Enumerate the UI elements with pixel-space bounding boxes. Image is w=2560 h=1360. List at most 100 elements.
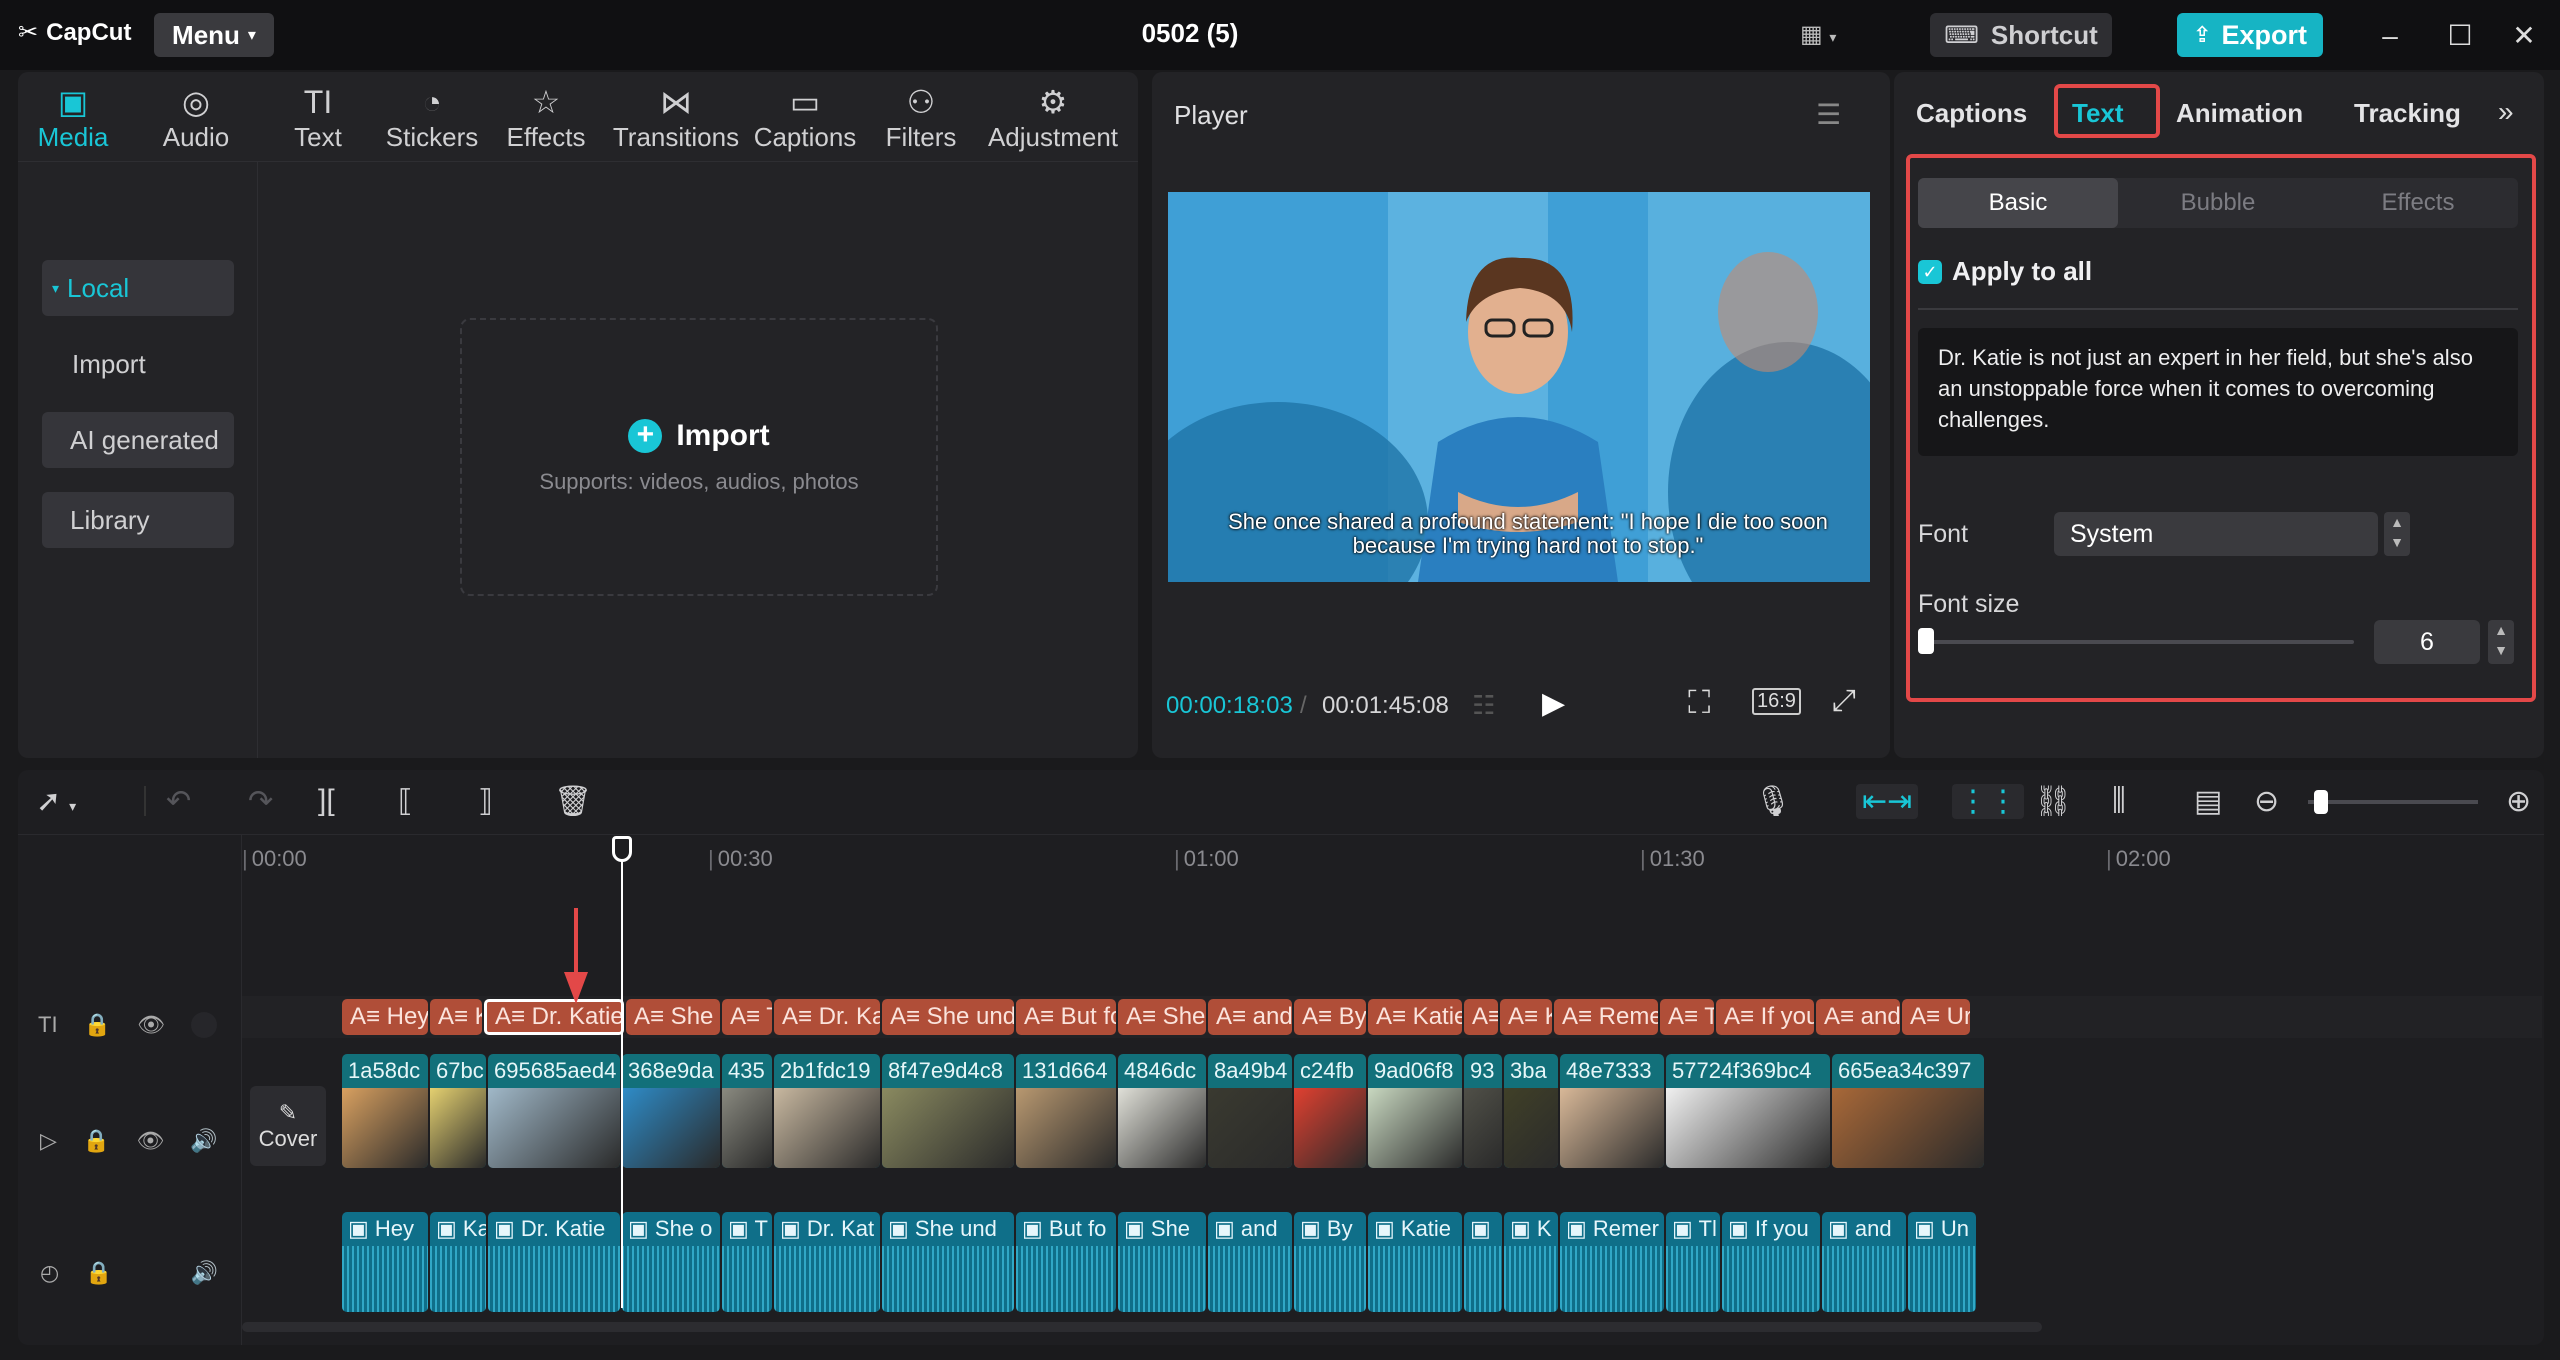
- tool-text[interactable]: TI Text: [268, 82, 368, 162]
- audio-clip[interactable]: ▣ By: [1294, 1212, 1366, 1312]
- undo-icon[interactable]: ↶: [166, 784, 191, 819]
- playhead-line[interactable]: [621, 840, 623, 1308]
- video-clip[interactable]: 8f47e9d4c8: [882, 1054, 1014, 1168]
- lock-icon[interactable]: 🔒: [83, 1128, 110, 1154]
- text-clip[interactable]: A≡ K: [430, 999, 482, 1035]
- audio-clip[interactable]: ▣ Hey: [342, 1212, 428, 1312]
- eye-icon[interactable]: 👁: [137, 1012, 165, 1038]
- video-clip[interactable]: 8a49b4: [1208, 1054, 1292, 1168]
- text-clip[interactable]: A≡ Katie: [1368, 999, 1462, 1035]
- audio-clip[interactable]: ▣ She o: [622, 1212, 720, 1312]
- font-stepper-icon[interactable]: ▲ ▼: [2384, 512, 2410, 556]
- text-clip[interactable]: A≡ Reme: [1554, 999, 1658, 1035]
- video-clip[interactable]: 131d664: [1016, 1054, 1116, 1168]
- audio-clip[interactable]: ▣ She: [1118, 1212, 1206, 1312]
- text-clip[interactable]: A≡ K: [1500, 999, 1552, 1035]
- delete-icon[interactable]: 🗑: [554, 784, 592, 819]
- text-clip[interactable]: A≡ But fo: [1016, 999, 1116, 1035]
- sidebar-item-import[interactable]: Import: [42, 336, 234, 392]
- video-clip[interactable]: 1a58dc: [342, 1054, 428, 1168]
- audio-clip[interactable]: ▣ Ka: [430, 1212, 486, 1312]
- font-size-slider-handle[interactable]: [1918, 628, 1934, 654]
- more-tabs-icon[interactable]: »: [2498, 96, 2514, 128]
- audio-clip[interactable]: ▣ Un: [1908, 1212, 1976, 1312]
- text-clip[interactable]: A≡ T: [1660, 999, 1714, 1035]
- video-clip[interactable]: 665ea34c397: [1832, 1054, 1984, 1168]
- video-clip[interactable]: 93: [1464, 1054, 1502, 1168]
- audio-clip[interactable]: ▣ Tl: [1666, 1212, 1720, 1312]
- text-clip[interactable]: A≡ If you: [1716, 999, 1814, 1035]
- text-clip[interactable]: A≡ By: [1294, 999, 1366, 1035]
- text-clip[interactable]: A≡ and: [1816, 999, 1900, 1035]
- tool-filters[interactable]: ⚇ Filters: [866, 82, 976, 162]
- audio-clip[interactable]: ▣ K: [1504, 1212, 1558, 1312]
- text-clip[interactable]: A≡ Dr. Ka: [774, 999, 880, 1035]
- caption-text-input[interactable]: Dr. Katie is not just an expert in her f…: [1918, 328, 2518, 456]
- audio-clip[interactable]: ▣ Dr. Katie: [488, 1212, 620, 1312]
- trim-left-icon[interactable]: ⟦: [398, 784, 413, 819]
- microphone-icon[interactable]: 🎙: [1754, 784, 1792, 819]
- video-clip[interactable]: 2b1fdc19: [774, 1054, 880, 1168]
- playhead-handle[interactable]: [612, 836, 632, 862]
- video-clip[interactable]: 3ba: [1504, 1054, 1558, 1168]
- video-clip[interactable]: 435: [722, 1054, 772, 1168]
- text-clip[interactable]: A≡ She c: [626, 999, 720, 1035]
- select-tool-icon[interactable]: ➚ ▾: [36, 784, 76, 819]
- video-clip[interactable]: 695685aed4: [488, 1054, 620, 1168]
- eye-icon[interactable]: 👁: [136, 1128, 164, 1154]
- zoom-out-icon[interactable]: ⊖: [2254, 784, 2279, 819]
- lock-icon[interactable]: 🔒: [85, 1260, 112, 1286]
- menu-button[interactable]: Menu ▾: [154, 13, 274, 57]
- font-size-slider-track[interactable]: [1924, 640, 2354, 644]
- trim-right-icon[interactable]: ⟧: [478, 784, 493, 819]
- maximize-icon[interactable]: ☐: [2440, 16, 2480, 56]
- minimize-icon[interactable]: –: [2370, 16, 2410, 56]
- video-clip[interactable]: c24fb: [1294, 1054, 1366, 1168]
- font-size-input[interactable]: 6: [2374, 620, 2480, 664]
- cover-button[interactable]: ✎ Cover: [250, 1086, 326, 1166]
- main-track-magnet-icon[interactable]: ⇤⇥: [1856, 784, 1919, 819]
- time-ruler[interactable]: 00:00 00:30 01:00 01:30 02:00: [242, 836, 2542, 876]
- video-clip[interactable]: 67bc: [430, 1054, 486, 1168]
- audio-clip[interactable]: ▣ T: [722, 1212, 772, 1312]
- close-icon[interactable]: ✕: [2504, 16, 2544, 56]
- tab-tracking[interactable]: Tracking: [2354, 98, 2461, 129]
- layout-icon[interactable]: ▦ ▾: [1800, 20, 1860, 50]
- export-button[interactable]: ⇪ Export: [2177, 13, 2323, 57]
- audio-clip[interactable]: ▣: [1464, 1212, 1502, 1312]
- text-clip[interactable]: A≡ and: [1208, 999, 1292, 1035]
- hamburger-menu-icon[interactable]: ☰: [1816, 98, 1841, 131]
- speaker-icon[interactable]: 🔊: [190, 1128, 217, 1154]
- lock-icon[interactable]: 🔒: [84, 1012, 111, 1038]
- sidebar-item-ai-generated[interactable]: AI generated: [42, 412, 234, 468]
- audio-clip[interactable]: ▣ Dr. Kat: [774, 1212, 880, 1312]
- segment-basic[interactable]: Basic: [1918, 178, 2118, 228]
- tool-media[interactable]: ▣ Media: [28, 82, 118, 162]
- list-view-icon[interactable]: ☷: [1472, 690, 1495, 721]
- text-clip[interactable]: A≡ She und: [882, 999, 1014, 1035]
- audio-clip[interactable]: ▣ and: [1208, 1212, 1292, 1312]
- zoom-slider-track[interactable]: [2308, 800, 2478, 804]
- tab-captions[interactable]: Captions: [1916, 98, 2027, 129]
- video-clip[interactable]: 48e7333: [1560, 1054, 1664, 1168]
- screenshot-icon[interactable]: ⛶: [1688, 684, 1710, 722]
- tool-transitions[interactable]: ⋈ Transitions: [596, 82, 756, 162]
- video-clip[interactable]: 368e9da: [622, 1054, 720, 1168]
- video-clip[interactable]: 57724f369bc4: [1666, 1054, 1830, 1168]
- link-icon[interactable]: ⛓: [2034, 784, 2072, 819]
- text-clip[interactable]: A≡ Ur: [1902, 999, 1970, 1035]
- track-option-icon[interactable]: [190, 1012, 217, 1038]
- fullscreen-icon[interactable]: ⤢: [1832, 684, 1856, 718]
- video-clip[interactable]: 9ad06f8: [1368, 1054, 1462, 1168]
- segment-bubble[interactable]: Bubble: [2118, 178, 2318, 228]
- redo-icon[interactable]: ↷: [248, 784, 273, 819]
- audio-clip[interactable]: ▣ and: [1822, 1212, 1906, 1312]
- split-view-icon[interactable]: ⫼: [2112, 784, 2126, 818]
- audio-clip[interactable]: ▣ Remer: [1560, 1212, 1664, 1312]
- text-clip[interactable]: A≡ T: [722, 999, 772, 1035]
- video-clip[interactable]: 4846dc: [1118, 1054, 1206, 1168]
- play-icon[interactable]: ▶: [1542, 686, 1565, 721]
- tool-captions[interactable]: ▭ Captions: [738, 82, 872, 162]
- font-select[interactable]: System: [2054, 512, 2378, 556]
- split-icon[interactable]: ][: [318, 784, 335, 818]
